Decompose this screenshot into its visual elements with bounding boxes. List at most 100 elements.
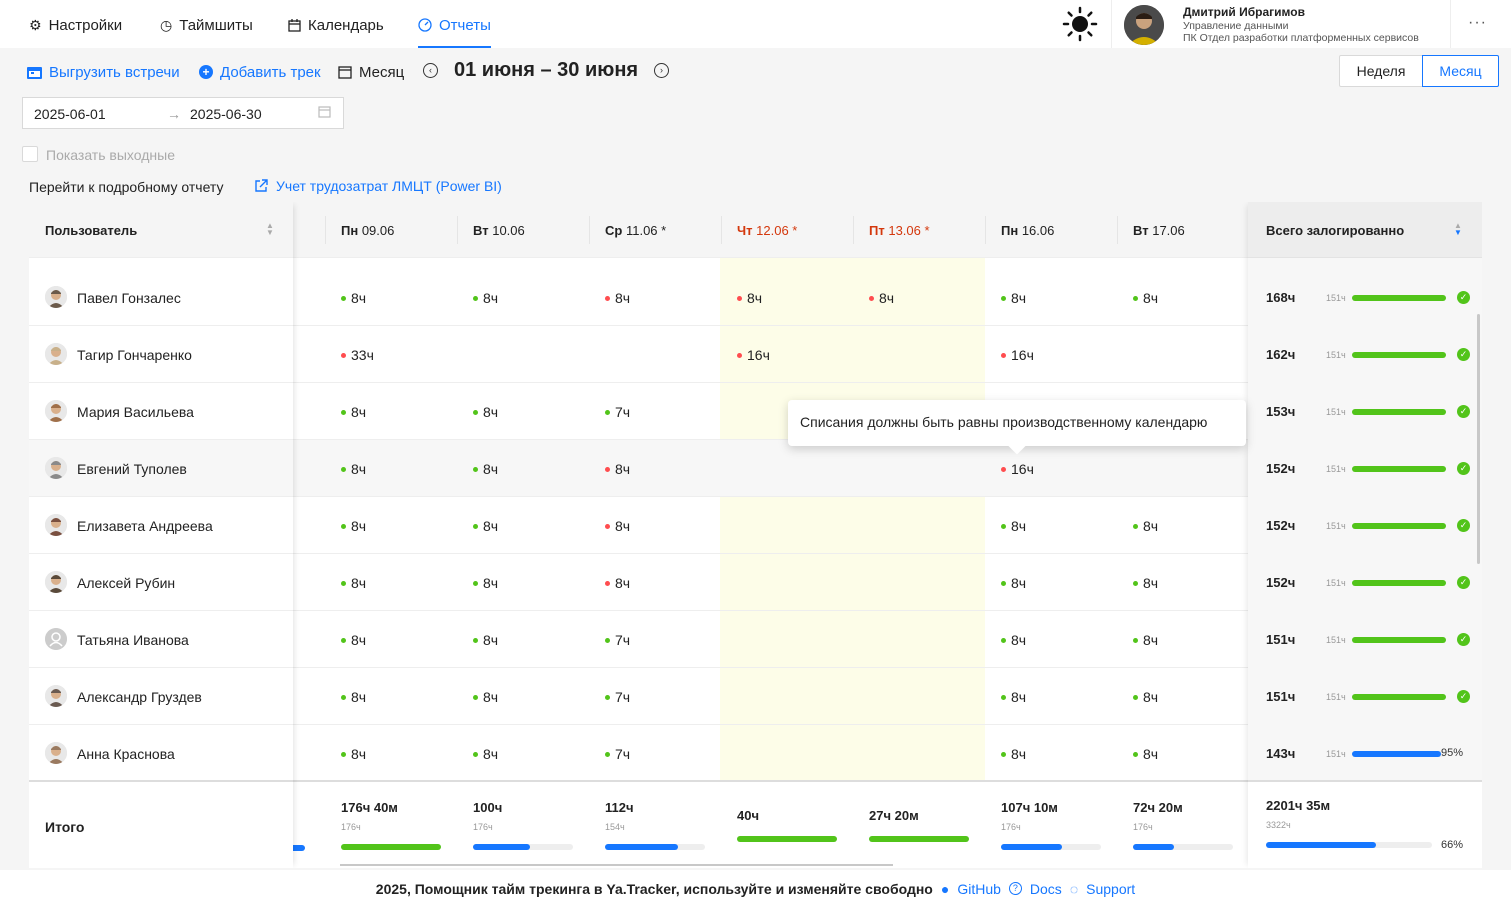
month-picker[interactable]: Месяц	[338, 62, 404, 82]
user-column-header[interactable]: Пользователь	[45, 223, 137, 238]
hours-cell[interactable]: 8ч	[1133, 746, 1158, 762]
export-meetings-button[interactable]: Выгрузить встречи	[27, 62, 180, 82]
nav-settings[interactable]: ⚙ Настройки	[29, 14, 122, 36]
hours-cell[interactable]: 8ч	[1133, 575, 1158, 591]
chat-icon: ◌	[1069, 880, 1079, 897]
user-name-cell: Мария Васильева	[77, 404, 194, 420]
powerbi-report-link[interactable]: Учет трудозатрат ЛМЦТ (Power BI)	[254, 178, 502, 194]
user-row[interactable]: Татьяна Иванова	[29, 611, 293, 668]
status-dot	[1001, 352, 1006, 358]
hours-cell[interactable]: 8ч	[341, 689, 366, 705]
hours-value: 8ч	[1011, 518, 1027, 534]
hours-cell[interactable]: 8ч	[341, 746, 366, 762]
prev-period-icon[interactable]: ‹	[423, 63, 438, 78]
hours-cell[interactable]: 8ч	[473, 575, 498, 591]
day-header[interactable]: Чт 12.06 *	[737, 223, 797, 238]
sort-active-icon[interactable]: ▲ ▼	[1454, 222, 1462, 237]
docs-link[interactable]: Docs	[1030, 881, 1062, 897]
sort-icon[interactable]: ▲ ▼	[266, 222, 274, 237]
nav-timesheets[interactable]: ◷ Таймшиты	[160, 14, 253, 36]
hours-cell[interactable]: 8ч	[473, 632, 498, 648]
hours-cell[interactable]: 8ч	[605, 518, 630, 534]
user-row[interactable]: Елизавета Андреева	[29, 497, 293, 554]
hours-cell[interactable]: 8ч	[605, 290, 630, 306]
week-view-button[interactable]: Неделя	[1339, 55, 1423, 87]
hours-cell[interactable]: 8ч	[1133, 518, 1158, 534]
hours-cell[interactable]: 8ч	[473, 290, 498, 306]
hours-cell[interactable]: 8ч	[1001, 518, 1026, 534]
hours-cell[interactable]: 8ч	[341, 575, 366, 591]
day-header[interactable]: Вт 10.06	[473, 223, 525, 238]
hours-cell[interactable]: 8ч	[1001, 746, 1026, 762]
user-avatar	[1124, 5, 1164, 45]
question-icon: ?	[1008, 882, 1022, 895]
hours-cell[interactable]: 8ч	[341, 518, 366, 534]
day-header[interactable]: Пн 16.06	[1001, 223, 1054, 238]
hours-cell[interactable]: 7ч	[605, 746, 630, 762]
hours-cell[interactable]: 8ч	[473, 746, 498, 762]
vertical-scrollbar[interactable]	[1477, 314, 1480, 564]
hours-cell[interactable]: 8ч	[341, 404, 366, 420]
next-period-icon[interactable]: ›	[654, 63, 669, 78]
hours-cell[interactable]: 8ч	[1001, 290, 1026, 306]
add-track-button[interactable]: + Добавить трек	[199, 62, 321, 82]
hours-cell[interactable]: 8ч	[869, 290, 894, 306]
nav-reports[interactable]: Отчеты	[418, 14, 491, 48]
show-weekends-checkbox[interactable]	[22, 146, 38, 162]
more-menu-button[interactable]: ···	[1468, 14, 1487, 32]
status-dot	[605, 523, 610, 529]
hours-cell[interactable]: 16ч	[1001, 461, 1034, 477]
date-range-picker[interactable]: 2025-06-01 → 2025-06-30	[22, 97, 344, 129]
hours-cell[interactable]: 8ч	[473, 404, 498, 420]
hours-cell[interactable]: 8ч	[1001, 632, 1026, 648]
user-name-cell: Татьяна Иванова	[77, 632, 189, 648]
user-row[interactable]: Тагир Гончаренко	[29, 326, 293, 383]
user-row[interactable]: Алексей Рубин	[29, 554, 293, 611]
hours-cell[interactable]: 16ч	[737, 347, 770, 363]
status-dot	[605, 580, 610, 586]
nav-calendar[interactable]: Календарь	[288, 14, 384, 36]
hours-cell[interactable]: 7ч	[605, 689, 630, 705]
theme-toggle-sun-icon[interactable]	[1062, 6, 1098, 42]
hours-cell[interactable]: 16ч	[1001, 347, 1034, 363]
day-header[interactable]: Пн 09.06	[341, 223, 394, 238]
user-row[interactable]: Мария Васильева	[29, 383, 293, 440]
day-header[interactable]: Вт 17.06	[1133, 223, 1185, 238]
total-column-header[interactable]: Всего залогированно	[1266, 223, 1404, 238]
status-dot	[605, 466, 610, 472]
user-row[interactable]: Евгений Туполев	[29, 440, 293, 497]
user-profile[interactable]: Дмитрий Ибрагимов Управление данными ПК …	[1111, 0, 1451, 48]
user-row[interactable]: Анна Краснова	[29, 725, 293, 782]
user-row[interactable]: Павел Гонзалес	[29, 269, 293, 326]
hours-cell[interactable]: 8ч	[1001, 575, 1026, 591]
day-header[interactable]: Пт 13.06 *	[869, 223, 930, 238]
hours-cell[interactable]: 8ч	[473, 518, 498, 534]
day-header[interactable]: Ср 11.06 *	[605, 223, 666, 238]
hours-cell[interactable]: 8ч	[473, 461, 498, 477]
hours-cell[interactable]: 8ч	[737, 290, 762, 306]
hours-cell[interactable]: 8ч	[341, 461, 366, 477]
hours-cell[interactable]: 7ч	[605, 404, 630, 420]
hours-cell[interactable]: 8ч	[1133, 689, 1158, 705]
avatar	[45, 571, 67, 593]
hours-cell[interactable]: 8ч	[1001, 689, 1026, 705]
hours-cell[interactable]: 8ч	[473, 689, 498, 705]
user-row[interactable]: Александр Груздев	[29, 668, 293, 725]
support-link[interactable]: Support	[1086, 881, 1135, 897]
hours-cell[interactable]: 7ч	[605, 632, 630, 648]
horizontal-scrollbar[interactable]	[340, 864, 893, 866]
hours-cell[interactable]: 8ч	[1133, 632, 1158, 648]
hours-cell[interactable]: 8ч	[605, 575, 630, 591]
hours-cell[interactable]: 8ч	[605, 461, 630, 477]
user-name-cell: Алексей Рубин	[77, 575, 176, 591]
range-start-input[interactable]: 2025-06-01	[34, 106, 106, 122]
hours-cell[interactable]: 8ч	[341, 290, 366, 306]
hours-cell[interactable]: 8ч	[341, 632, 366, 648]
status-dot	[605, 295, 610, 301]
hours-cell[interactable]: 33ч	[341, 347, 374, 363]
github-link[interactable]: GitHub	[957, 881, 1001, 897]
month-view-button[interactable]: Месяц	[1422, 55, 1499, 87]
day-weekday: Ср	[605, 223, 623, 238]
range-end-input[interactable]: 2025-06-30	[190, 106, 262, 122]
hours-cell[interactable]: 8ч	[1133, 290, 1158, 306]
